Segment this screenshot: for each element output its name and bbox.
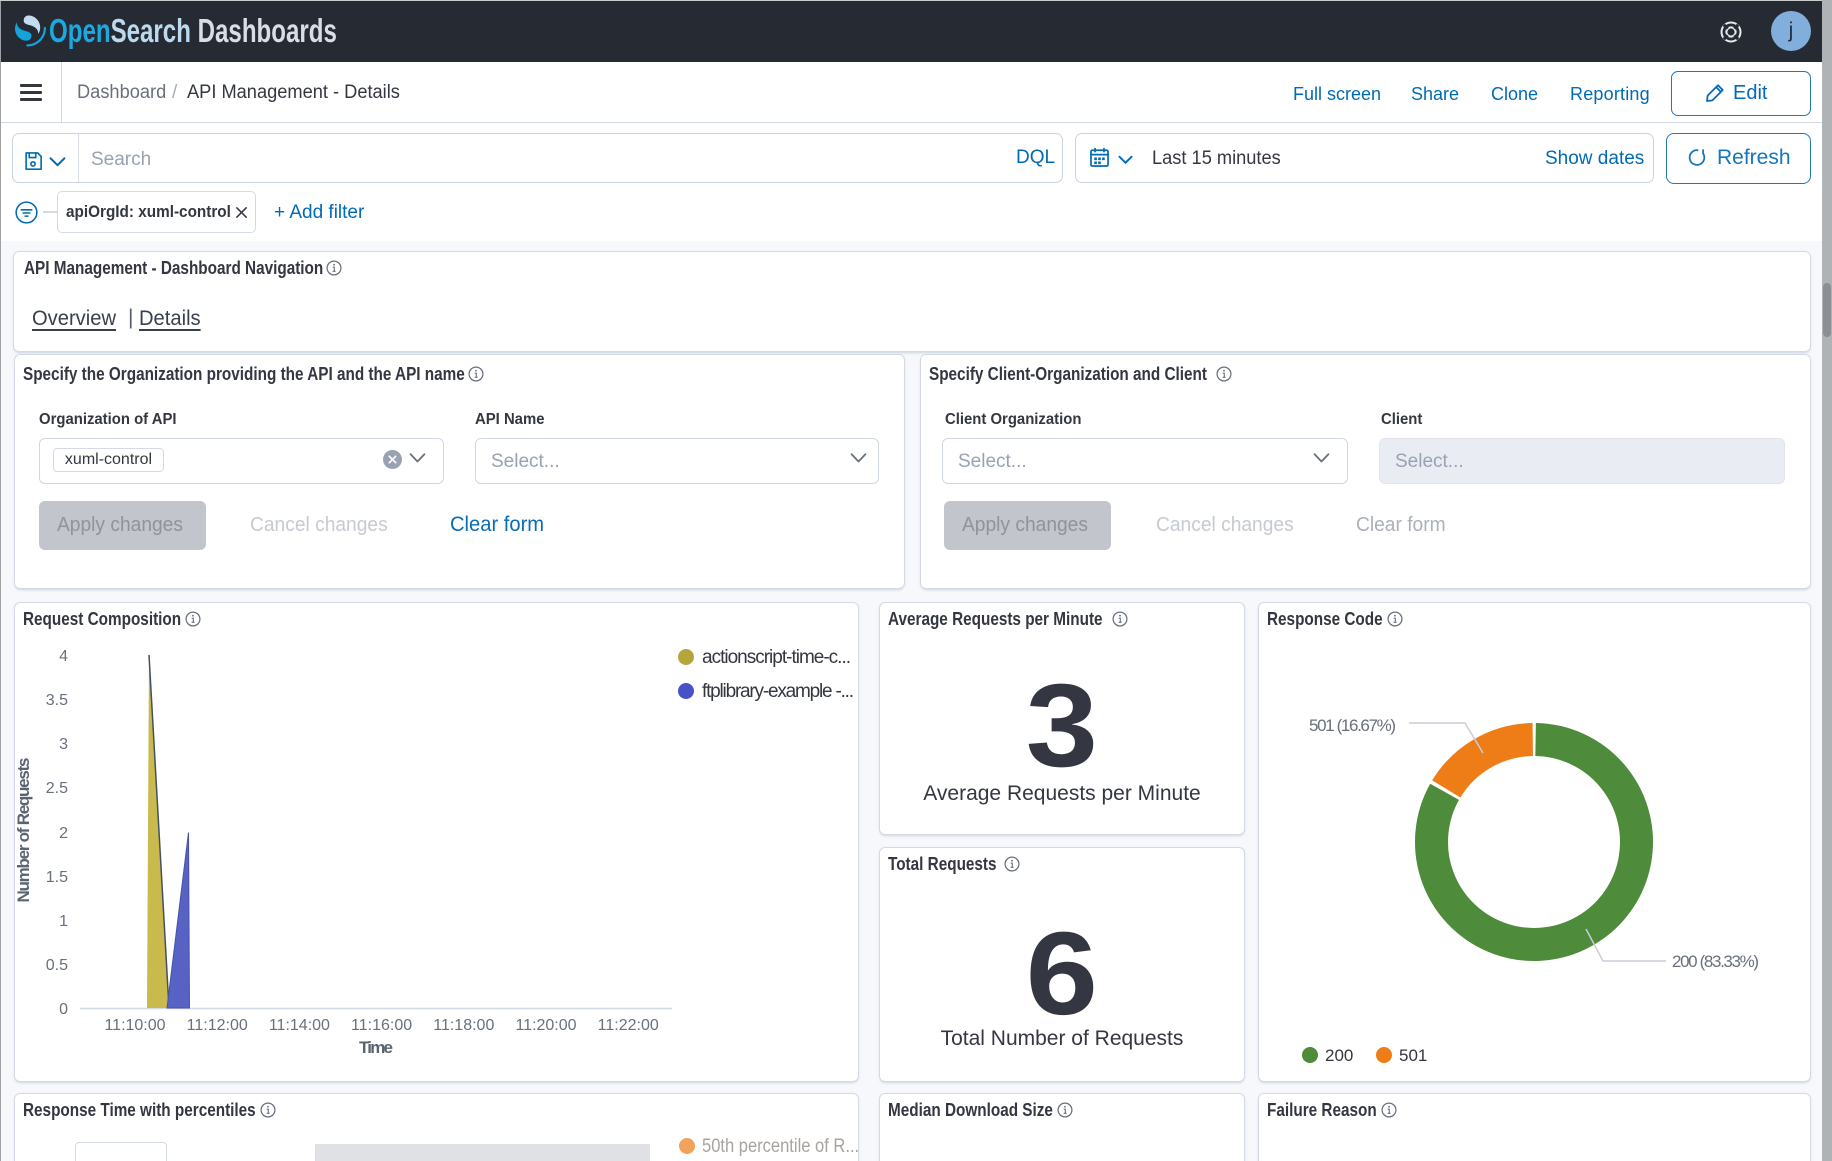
svg-text:3: 3	[59, 736, 68, 753]
svg-text:11:10:00: 11:10:00	[104, 1017, 165, 1034]
svg-text:0: 0	[59, 1001, 68, 1018]
svg-text:200: 200	[1325, 1046, 1353, 1065]
svg-text:actionscript-time-c...: actionscript-time-c...	[702, 647, 851, 668]
svg-text:11:22:00: 11:22:00	[598, 1017, 659, 1034]
svg-text:1.5: 1.5	[46, 869, 68, 886]
svg-text:2.5: 2.5	[46, 780, 68, 797]
svg-text:3.5: 3.5	[46, 692, 68, 709]
svg-text:Time: Time	[359, 1038, 393, 1057]
svg-text:0.5: 0.5	[46, 957, 68, 974]
svg-text:4: 4	[59, 648, 68, 665]
svg-text:501 (16.67%): 501 (16.67%)	[1309, 716, 1396, 735]
svg-text:501: 501	[1399, 1046, 1427, 1065]
svg-text:Number of Requests: Number of Requests	[14, 758, 33, 903]
svg-text:200 (83.33%): 200 (83.33%)	[1672, 952, 1759, 971]
svg-text:11:16:00: 11:16:00	[351, 1017, 412, 1034]
svg-text:11:20:00: 11:20:00	[515, 1017, 576, 1034]
svg-text:11:14:00: 11:14:00	[269, 1017, 330, 1034]
svg-text:11:12:00: 11:12:00	[187, 1017, 248, 1034]
svg-text:2: 2	[59, 825, 68, 842]
svg-text:1: 1	[59, 913, 68, 930]
svg-text:ftplibrary-example -...: ftplibrary-example -...	[702, 681, 854, 702]
svg-text:11:18:00: 11:18:00	[433, 1017, 494, 1034]
